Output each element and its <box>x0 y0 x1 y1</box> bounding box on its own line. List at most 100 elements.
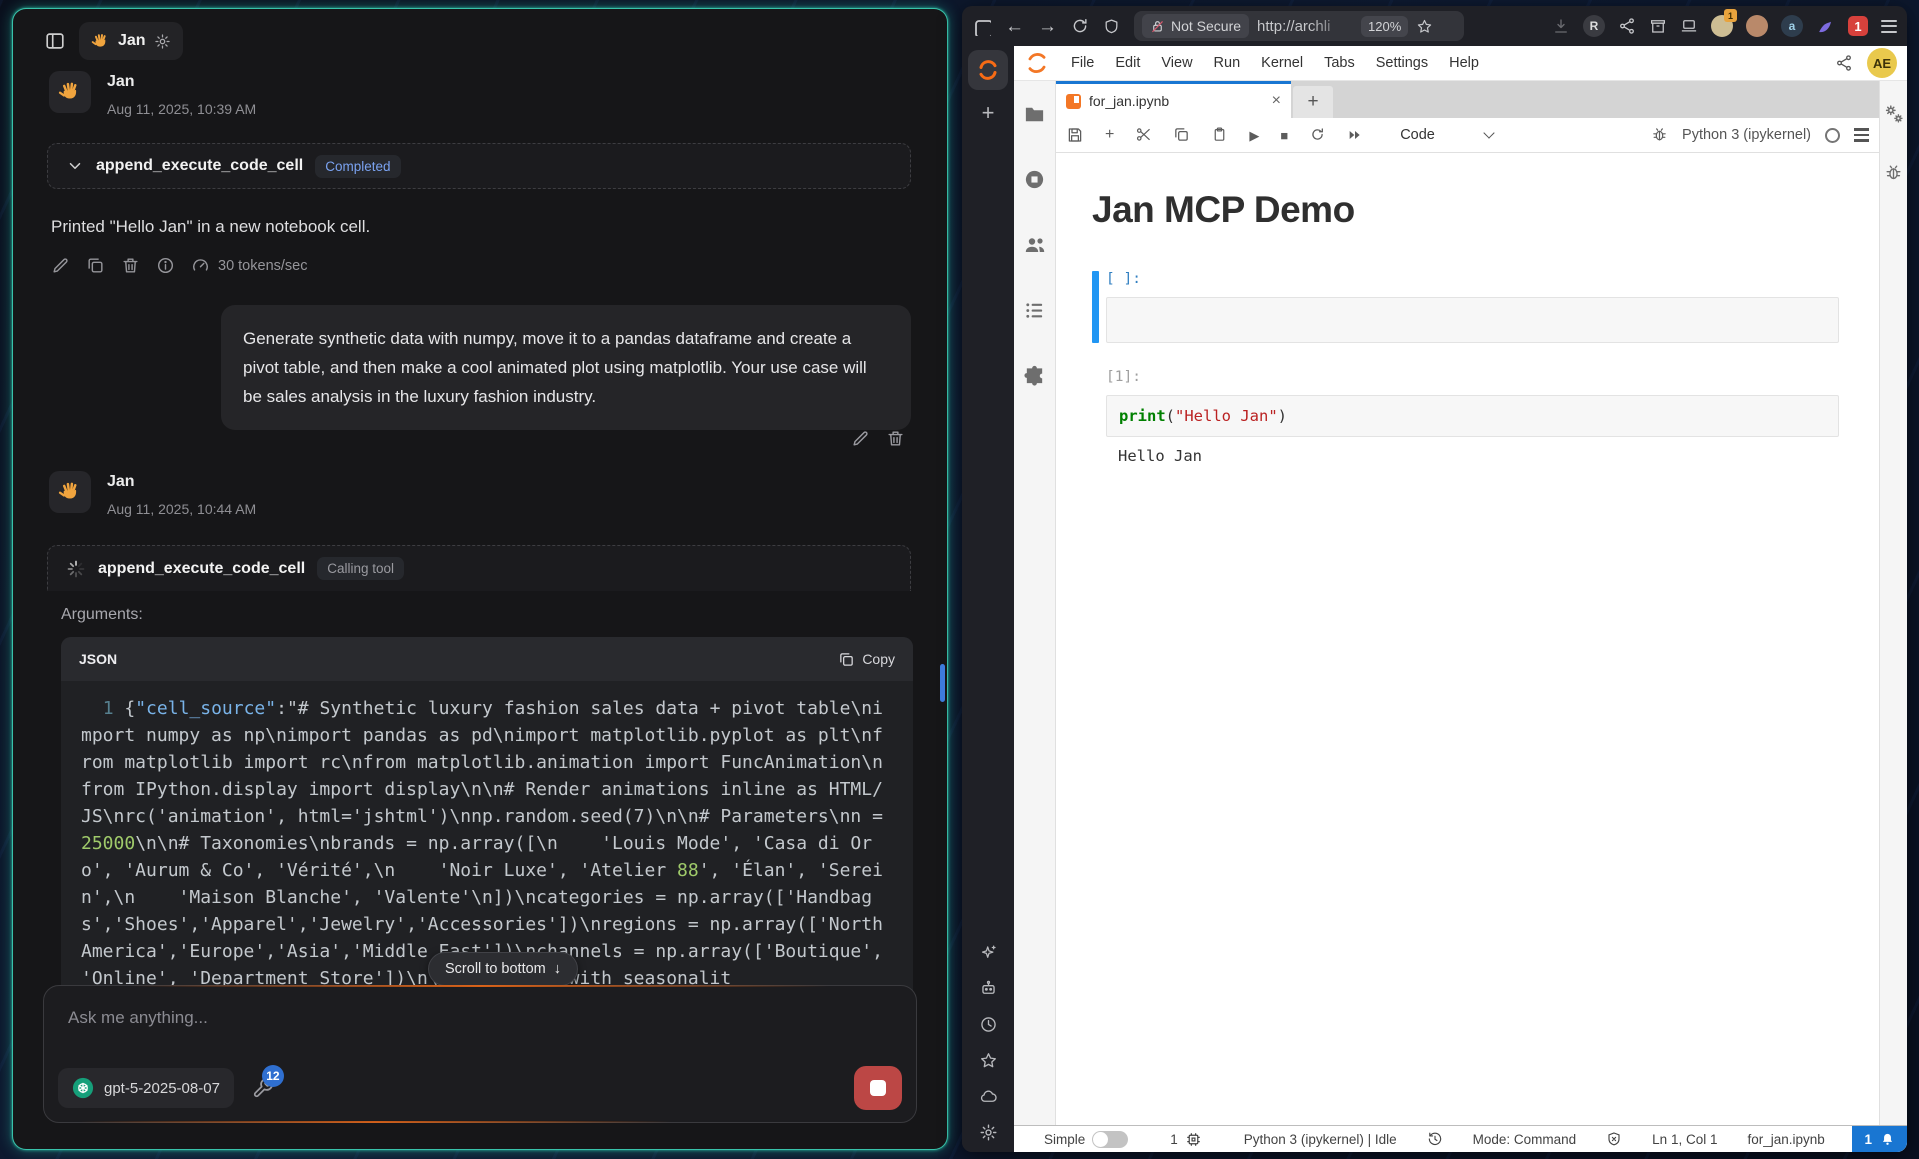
new-launcher-button[interactable]: + <box>1293 86 1333 118</box>
paste-cell-button[interactable] <box>1211 126 1228 144</box>
copy-cell-button[interactable] <box>1173 126 1190 144</box>
simple-mode-toggle[interactable]: Simple <box>1044 1131 1128 1148</box>
settings-button[interactable] <box>979 1123 998 1142</box>
menu-edit[interactable]: Edit <box>1115 55 1140 71</box>
bookmark-star-button[interactable] <box>1416 18 1433 35</box>
extension-icon-bird[interactable] <box>1816 17 1835 36</box>
edit-button[interactable] <box>851 429 870 448</box>
chevron-down-icon <box>66 157 84 175</box>
tool-call-calling[interactable]: append_execute_code_cell Calling tool <box>47 545 911 591</box>
debugger-tab[interactable] <box>1884 163 1903 182</box>
browser-menu-button[interactable] <box>1881 20 1897 33</box>
menu-help[interactable]: Help <box>1449 55 1479 71</box>
downloads-button[interactable] <box>1552 17 1570 35</box>
scrollbar-thumb[interactable] <box>940 664 945 702</box>
debugger-button[interactable] <box>1651 126 1668 144</box>
kernel-sessions[interactable]: 1 <box>1170 1131 1202 1148</box>
code-cell-empty[interactable]: [ ]: <box>1092 271 1839 343</box>
copy-code-button[interactable]: Copy <box>838 651 895 668</box>
scroll-to-bottom-label: Scroll to bottom <box>445 961 546 977</box>
close-tab-button[interactable]: × <box>1272 92 1281 110</box>
notifications-button[interactable]: 1 <box>1852 1126 1907 1152</box>
tool-call-completed[interactable]: append_execute_code_cell Completed <box>47 143 911 189</box>
kernel-name[interactable]: Python 3 (ipykernel) <box>1682 127 1811 143</box>
delete-button[interactable] <box>886 429 905 448</box>
thread-settings-button[interactable] <box>154 33 171 50</box>
send-tab-button[interactable] <box>1618 17 1636 35</box>
back-button[interactable]: ← <box>1005 17 1024 36</box>
save-button[interactable] <box>1066 126 1084 144</box>
model-selector[interactable]: gpt-5-2025-08-07 <box>58 1068 234 1108</box>
menu-run[interactable]: Run <box>1214 55 1241 71</box>
scroll-to-bottom-button[interactable]: Scroll to bottom ↓ <box>428 952 578 986</box>
running-sessions-tab[interactable] <box>1023 168 1046 191</box>
menu-tabs[interactable]: Tabs <box>1324 55 1355 71</box>
desktop-background: Jan Jan Aug 11, 2025, 10:39 AM append_ex… <box>0 0 1919 1159</box>
menu-kernel[interactable]: Kernel <box>1261 55 1303 71</box>
tab-count-badge[interactable]: 1 <box>1848 16 1868 36</box>
cell-type-dropdown[interactable]: Code <box>1400 127 1493 143</box>
sync-button[interactable] <box>979 1087 998 1106</box>
restart-kernel-button[interactable] <box>1309 126 1326 144</box>
tracking-protection-button[interactable] <box>1103 18 1120 35</box>
browser-window: ← → Not Secure http://archli 120% R <box>962 6 1907 1152</box>
extension-icon-a[interactable]: a <box>1781 15 1803 37</box>
command-mode-indicator[interactable]: Mode: Command <box>1473 1132 1577 1147</box>
share-icon <box>1835 54 1853 72</box>
thread-title-button[interactable]: Jan <box>79 22 183 60</box>
table-of-contents-tab[interactable] <box>1023 299 1046 322</box>
cell-editor[interactable] <box>1106 297 1839 343</box>
chat-input[interactable]: Ask me anything... <box>68 1008 208 1028</box>
info-button[interactable] <box>156 256 175 275</box>
forward-button[interactable]: → <box>1038 17 1057 36</box>
edit-button[interactable] <box>51 256 70 275</box>
trust-indicator[interactable] <box>1606 1131 1622 1147</box>
assistant-button[interactable] <box>979 979 998 998</box>
sidebar-toggle-button[interactable] <box>39 25 71 57</box>
toggle-switch[interactable] <box>1092 1131 1128 1148</box>
url-bar[interactable]: Not Secure http://archli 120% <box>1134 11 1464 41</box>
zoom-level-badge[interactable]: 120% <box>1361 16 1408 37</box>
history-indicator[interactable] <box>1427 1131 1443 1147</box>
archive-button[interactable] <box>1649 17 1667 35</box>
stop-generation-button[interactable] <box>854 1066 902 1110</box>
interrupt-kernel-button[interactable]: ■ <box>1280 129 1288 142</box>
cut-cell-button[interactable] <box>1135 126 1152 144</box>
notebook-tab[interactable]: for_jan.ipynb × <box>1056 81 1291 118</box>
restart-run-all-button[interactable] <box>1347 126 1363 144</box>
reload-button[interactable] <box>1071 17 1089 35</box>
extension-manager-tab[interactable] <box>1023 364 1046 387</box>
menu-view[interactable]: View <box>1161 55 1192 71</box>
security-chip[interactable]: Not Secure <box>1142 14 1249 38</box>
tab-bar-toggle-button[interactable] <box>972 17 991 36</box>
delete-button[interactable] <box>121 256 140 275</box>
file-browser-tab[interactable] <box>1023 103 1046 126</box>
collaboration-tab[interactable] <box>1023 233 1047 257</box>
menu-settings[interactable]: Settings <box>1376 55 1428 71</box>
info-icon <box>156 256 175 275</box>
cursor-position[interactable]: Ln 1, Col 1 <box>1652 1132 1717 1147</box>
copy-button[interactable] <box>86 256 105 275</box>
kernel-status[interactable]: Python 3 (ipykernel) | Idle <box>1244 1132 1397 1147</box>
insert-cell-button[interactable]: + <box>1105 127 1114 143</box>
code-cell-executed[interactable]: [1]: print("Hello Jan") Hello Jan <box>1092 369 1839 465</box>
cell-editor[interactable]: print("Hello Jan") <box>1106 395 1839 437</box>
new-tab-button[interactable]: + <box>982 100 995 126</box>
property-inspector-tab[interactable] <box>1883 103 1905 125</box>
extension-icon-duck[interactable]: 1 <box>1711 15 1733 37</box>
menu-file[interactable]: File <box>1071 55 1094 71</box>
ai-sparkle-button[interactable] <box>979 943 998 962</box>
history-button[interactable] <box>979 1015 998 1034</box>
star-icon <box>979 1051 998 1070</box>
run-cell-button[interactable]: ▶ <box>1249 129 1259 142</box>
extensions-row: R 1 a 1 <box>1552 15 1897 37</box>
extension-icon-avatar[interactable] <box>1746 15 1768 37</box>
toolbar-menu-button[interactable] <box>1854 128 1869 141</box>
user-avatar[interactable]: AE <box>1867 48 1897 78</box>
devices-button[interactable] <box>1680 17 1698 35</box>
tools-button[interactable]: 12 <box>252 1077 274 1099</box>
active-browser-tab[interactable] <box>968 50 1008 90</box>
share-button[interactable] <box>1835 54 1853 72</box>
bookmarks-button[interactable] <box>979 1051 998 1070</box>
extension-icon-r[interactable]: R <box>1583 15 1605 37</box>
